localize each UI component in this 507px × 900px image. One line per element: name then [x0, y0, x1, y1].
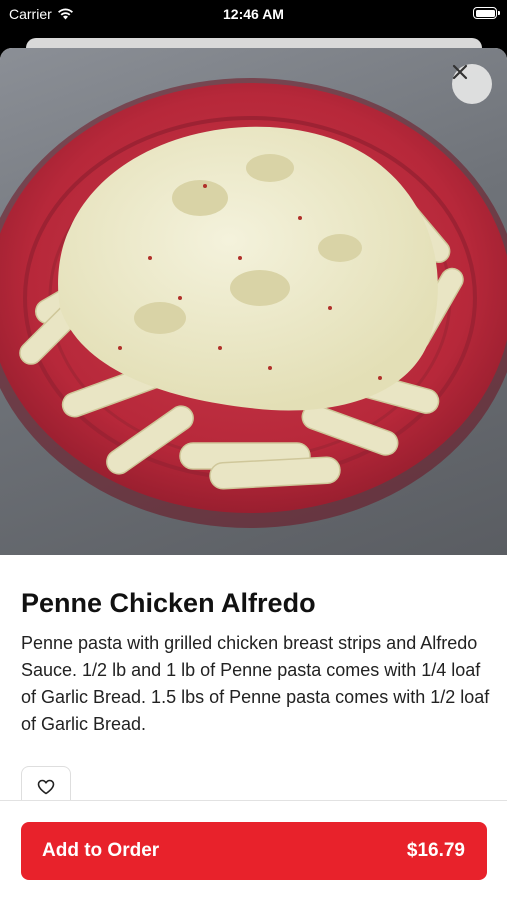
clock: 12:46 AM [223, 6, 284, 22]
food-photo [0, 48, 507, 555]
status-bar: Carrier 12:46 AM [0, 0, 507, 30]
battery-icon [473, 7, 500, 19]
close-button[interactable] [452, 64, 492, 104]
add-to-order-button[interactable]: Add to Order $16.79 [21, 822, 487, 880]
pasta-plate-image [0, 78, 507, 528]
item-title: Penne Chicken Alfredo [21, 588, 316, 618]
item-price: $16.79 [406, 840, 465, 861]
add-to-order-label: Add to Order [42, 840, 160, 861]
item-description: Penne pasta with grilled chicken breast … [21, 633, 490, 734]
close-icon [452, 64, 468, 80]
item-detail-sheet: Penne Chicken Alfredo Penne pasta with g… [0, 48, 507, 900]
heart-outline-icon [37, 779, 55, 794]
order-footer: Add to Order $16.79 [0, 800, 507, 900]
